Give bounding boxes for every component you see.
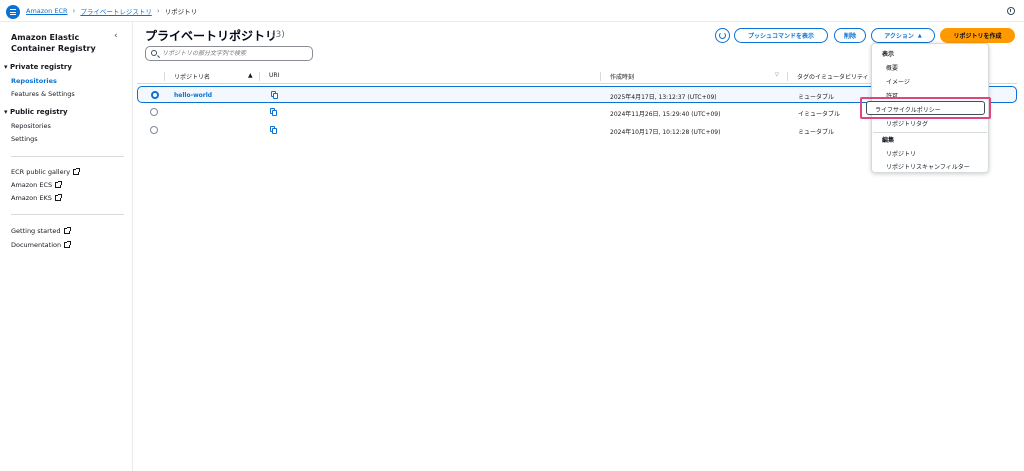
search-input[interactable]	[162, 48, 310, 59]
repository-count: (3)	[272, 30, 285, 40]
top-bar: Amazon ECR › プライベートレジストリ › リポジトリ	[0, 0, 1024, 22]
sidebar-divider	[11, 156, 124, 157]
breadcrumb: Amazon ECR › プライベートレジストリ › リポジトリ	[26, 6, 197, 16]
create-repository-button[interactable]: リポジトリを作成	[940, 28, 1015, 43]
sort-ascending-icon[interactable]: ▲	[248, 72, 253, 79]
menu-divider	[873, 132, 987, 133]
highlight-box: ライフサイクルポリシー	[860, 97, 991, 119]
menu-item-lifecycle-policy-label: ライフサイクルポリシー	[875, 107, 941, 114]
tag-immutability: ミュータブル	[798, 94, 835, 101]
menu-group-edit: 編集	[882, 137, 895, 144]
delete-button[interactable]: 削除	[834, 28, 866, 43]
breadcrumb-current: リポジトリ	[164, 8, 198, 16]
view-push-commands-button[interactable]: プッシュコマンドを表示	[734, 28, 828, 43]
external-link-icon	[64, 241, 72, 248]
created-time: 2025年4月17日, 13:12:37 (UTC+09)	[610, 94, 717, 101]
menu-group-view: 表示	[882, 51, 895, 58]
menu-icon[interactable]	[6, 5, 20, 19]
column-header-uri[interactable]: URI	[269, 72, 279, 79]
search-icon	[151, 50, 157, 56]
refresh-button[interactable]	[715, 28, 730, 43]
repository-name-link[interactable]: hello-world	[174, 92, 212, 99]
sidebar-link-getting-started[interactable]: Getting started	[11, 227, 71, 235]
external-link-icon	[73, 168, 81, 175]
tag-immutability: イミュータブル	[798, 111, 841, 118]
sidebar-item-features-settings[interactable]: Features & Settings	[11, 90, 75, 98]
column-header-name[interactable]: リポジトリ名	[174, 72, 210, 81]
external-link-icon	[55, 181, 63, 188]
copy-icon[interactable]	[271, 91, 278, 99]
external-link-icon	[54, 194, 62, 201]
sidebar-item-public-settings[interactable]: Settings	[11, 135, 38, 143]
column-separator	[164, 72, 165, 81]
chevron-right-icon: ›	[72, 7, 76, 15]
tag-immutability: ミュータブル	[798, 129, 835, 136]
menu-item-summary[interactable]: 概要	[886, 63, 898, 72]
menu-item-edit-repository[interactable]: リポジトリ	[886, 149, 916, 158]
sidebar-link-documentation[interactable]: Documentation	[11, 241, 72, 249]
breadcrumb-private-registry[interactable]: プライベートレジストリ	[80, 6, 152, 16]
sidebar-link-amazon-eks[interactable]: Amazon EKS	[11, 194, 62, 202]
copy-icon[interactable]	[270, 108, 277, 116]
refresh-icon	[719, 32, 726, 39]
search-box	[145, 46, 313, 61]
caret-up-icon: ▲	[917, 32, 922, 39]
sidebar-item-private-repositories[interactable]: Repositories	[11, 77, 57, 85]
sidebar: Amazon Elastic Container Registry ‹ ▾ Pr…	[0, 22, 133, 471]
column-separator	[259, 72, 260, 81]
menu-item-scan-filters[interactable]: リポジトリスキャンフィルター	[886, 162, 970, 171]
sidebar-divider	[11, 214, 124, 215]
sidebar-title: Amazon Elastic Container Registry	[11, 33, 96, 53]
sidebar-section-public[interactable]: ▾ Public registry	[4, 108, 68, 116]
menu-item-images[interactable]: イメージ	[886, 77, 910, 86]
column-header-created[interactable]: 作成時刻	[610, 72, 634, 81]
sidebar-item-public-repositories[interactable]: Repositories	[11, 122, 51, 130]
column-separator	[787, 72, 788, 81]
breadcrumb-amazon-ecr[interactable]: Amazon ECR	[26, 7, 68, 15]
sort-indicator-icon[interactable]: ▽	[775, 72, 779, 78]
menu-item-lifecycle-policy[interactable]: ライフサイクルポリシー	[866, 101, 985, 115]
chevron-right-icon: ›	[156, 7, 160, 15]
column-separator	[600, 72, 601, 81]
page-title: プライベートリポジトリ	[145, 29, 278, 43]
row-radio[interactable]	[150, 108, 158, 116]
column-header-immutability[interactable]: タグのイミュータビリティ	[797, 72, 869, 81]
external-link-icon	[63, 227, 71, 234]
sidebar-link-ecr-public-gallery[interactable]: ECR public gallery	[11, 168, 81, 176]
row-radio[interactable]	[150, 126, 158, 134]
created-time: 2024年10月17日, 10:12:28 (UTC+09)	[610, 129, 721, 136]
created-time: 2024年11月26日, 15:29:40 (UTC+09)	[610, 111, 721, 118]
sidebar-section-private[interactable]: ▾ Private registry	[4, 63, 72, 71]
row-radio[interactable]	[151, 91, 159, 99]
sidebar-link-amazon-ecs[interactable]: Amazon ECS	[11, 181, 63, 189]
clock-icon[interactable]	[1007, 7, 1015, 15]
collapse-sidebar-icon[interactable]: ‹	[114, 31, 118, 41]
menu-item-repository-tags[interactable]: リポジトリタグ	[886, 119, 928, 128]
copy-icon[interactable]	[270, 126, 277, 134]
actions-button[interactable]: アクション ▲	[871, 28, 935, 43]
